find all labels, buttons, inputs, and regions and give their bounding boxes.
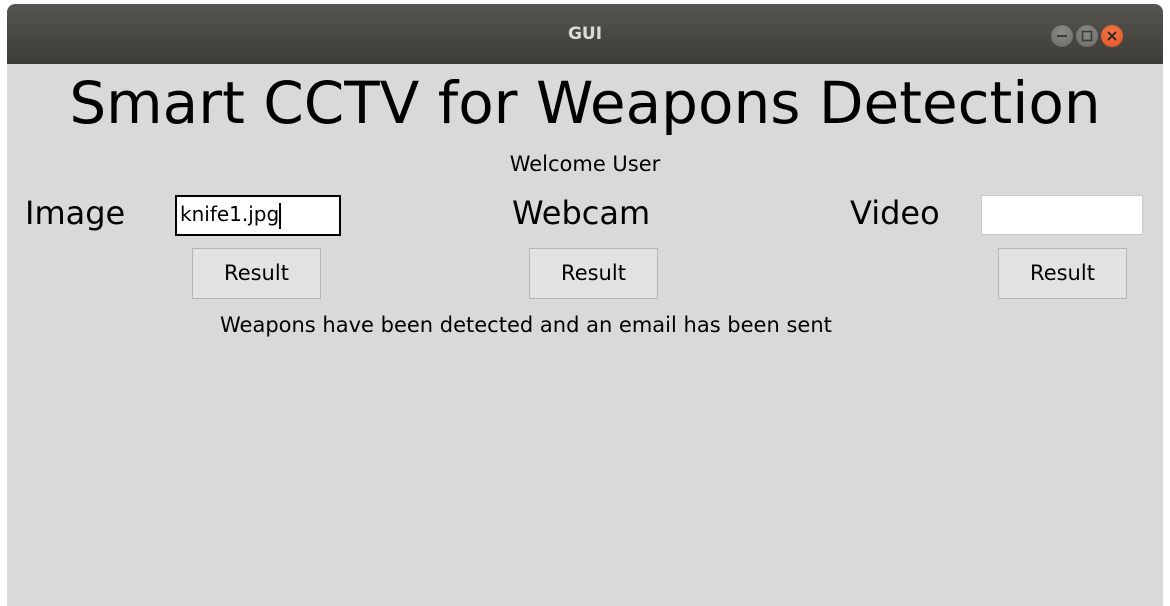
video-result-button[interactable]: Result — [998, 248, 1127, 299]
welcome-label: Welcome User — [509, 152, 661, 176]
text-cursor — [279, 202, 282, 229]
webcam-result-button[interactable]: Result — [529, 248, 658, 299]
close-button[interactable] — [1101, 25, 1123, 47]
image-path-value: knife1.jpg — [180, 202, 280, 226]
main-content: Smart CCTV for Weapons Detection Welcome… — [7, 64, 1163, 606]
window-title: GUI — [567, 24, 603, 44]
maximize-icon — [1081, 30, 1093, 42]
video-path-input[interactable] — [981, 195, 1143, 235]
image-label: Image — [25, 194, 126, 232]
image-result-button[interactable]: Result — [192, 248, 321, 299]
page-title: Smart CCTV for Weapons Detection — [69, 69, 1101, 137]
close-icon — [1107, 31, 1117, 41]
webcam-label: Webcam — [512, 194, 651, 232]
titlebar[interactable]: GUI — [7, 4, 1163, 64]
video-label: Video — [850, 194, 940, 232]
image-path-input[interactable]: knife1.jpg — [175, 195, 341, 236]
app-window: GUI Smart CCTV for Weapons Detection Wel… — [7, 4, 1163, 606]
maximize-button[interactable] — [1076, 25, 1098, 47]
minimize-icon — [1057, 35, 1067, 37]
status-message: Weapons have been detected and an email … — [220, 313, 832, 337]
minimize-button[interactable] — [1051, 25, 1073, 47]
